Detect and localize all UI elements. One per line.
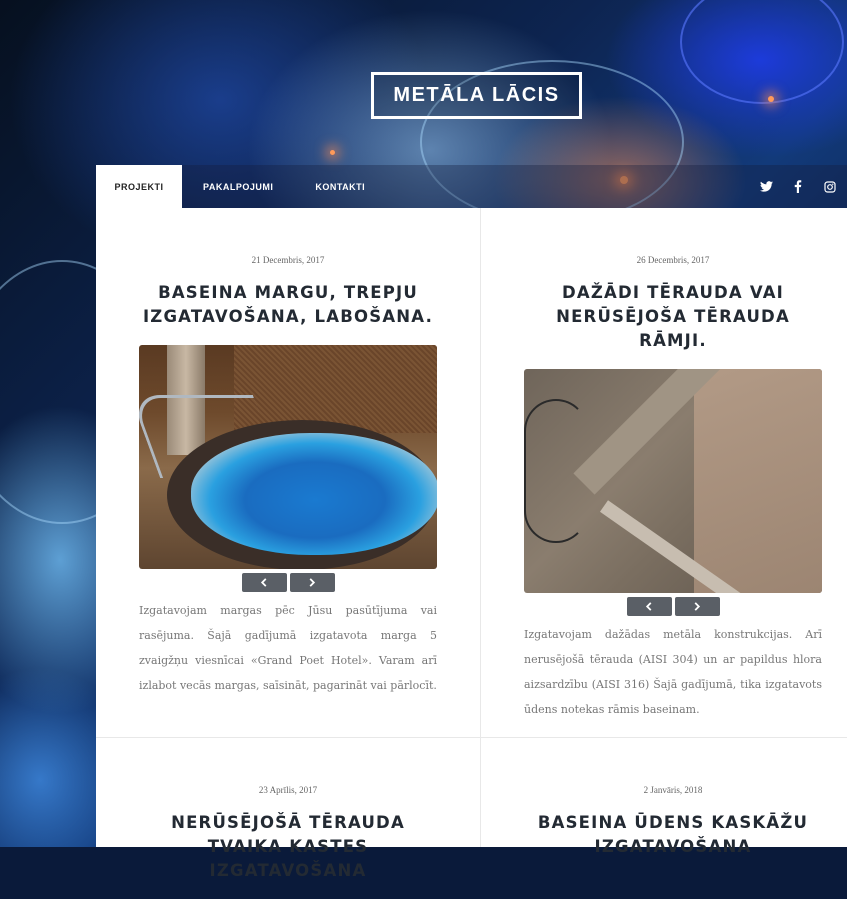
- post-description: Izgatavojam margas pēc Jūsu pasūtījuma v…: [139, 604, 437, 692]
- row-divider: [96, 737, 847, 738]
- main-nav: PROJEKTI PAKALPOJUMI KONTAKTI: [96, 165, 847, 208]
- social-links: [759, 165, 847, 208]
- carousel-controls: [139, 573, 437, 592]
- carousel-prev-button[interactable]: [626, 597, 672, 616]
- projects-grid: 21 Decembris, 2017 BASEINA MARGU, TREPJU…: [96, 208, 847, 880]
- tab-pakalpojumi[interactable]: PAKALPOJUMI: [182, 165, 294, 208]
- site-logo[interactable]: METĀLA LĀCIS: [371, 72, 582, 119]
- post-description: Izgatavojam dažādas metāla konstrukcijas…: [524, 628, 822, 716]
- post-date: 23 Aprīlis, 2017: [258, 785, 318, 795]
- spark: [768, 96, 774, 102]
- post-date: 2 Janvāris, 2018: [643, 785, 703, 795]
- post-title[interactable]: NERŪSĒJOŠĀ TĒRAUDA TVAIKA KASTES IZGATAV…: [139, 811, 437, 883]
- post-date: 26 Decembris, 2017: [636, 255, 710, 265]
- instagram-icon[interactable]: [823, 180, 837, 194]
- post-title[interactable]: DAŽĀDI TĒRAUDA VAI NERŪSĒJOŠA TĒRAUDA RĀ…: [524, 281, 822, 353]
- light-streak: [680, 0, 844, 104]
- tab-kontakti[interactable]: KONTAKTI: [294, 165, 386, 208]
- project-card: 23 Aprīlis, 2017 NERŪSĒJOŠĀ TĒRAUDA TVAI…: [139, 785, 437, 899]
- project-card: 26 Decembris, 2017 DAŽĀDI TĒRAUDA VAI NE…: [524, 255, 822, 733]
- carousel-prev-button[interactable]: [241, 573, 287, 592]
- chevron-right-icon: [309, 578, 316, 587]
- project-card: 2 Janvāris, 2018 BASEINA ŪDENS KASKĀŽU I…: [524, 785, 822, 875]
- tab-projekti[interactable]: PROJEKTI: [96, 165, 182, 208]
- carousel-next-button[interactable]: [289, 573, 335, 592]
- column-divider: [480, 208, 481, 847]
- project-photo[interactable]: [139, 345, 437, 569]
- spark: [330, 150, 335, 155]
- project-photo[interactable]: [524, 369, 822, 593]
- twitter-icon[interactable]: [759, 180, 773, 194]
- chevron-left-icon: [260, 578, 267, 587]
- post-title[interactable]: BASEINA MARGU, TREPJU IZGATAVOŠANA, LABO…: [139, 281, 437, 329]
- facebook-icon[interactable]: [791, 180, 805, 194]
- chevron-right-icon: [694, 602, 701, 611]
- post-date: 21 Decembris, 2017: [251, 255, 325, 265]
- chevron-left-icon: [645, 602, 652, 611]
- logo-text: METĀLA LĀCIS: [393, 84, 560, 106]
- project-card: 21 Decembris, 2017 BASEINA MARGU, TREPJU…: [139, 255, 437, 709]
- carousel-controls: [524, 597, 822, 616]
- carousel-next-button[interactable]: [674, 597, 720, 616]
- post-title[interactable]: BASEINA ŪDENS KASKĀŽU IZGATAVOŠANA: [524, 811, 822, 859]
